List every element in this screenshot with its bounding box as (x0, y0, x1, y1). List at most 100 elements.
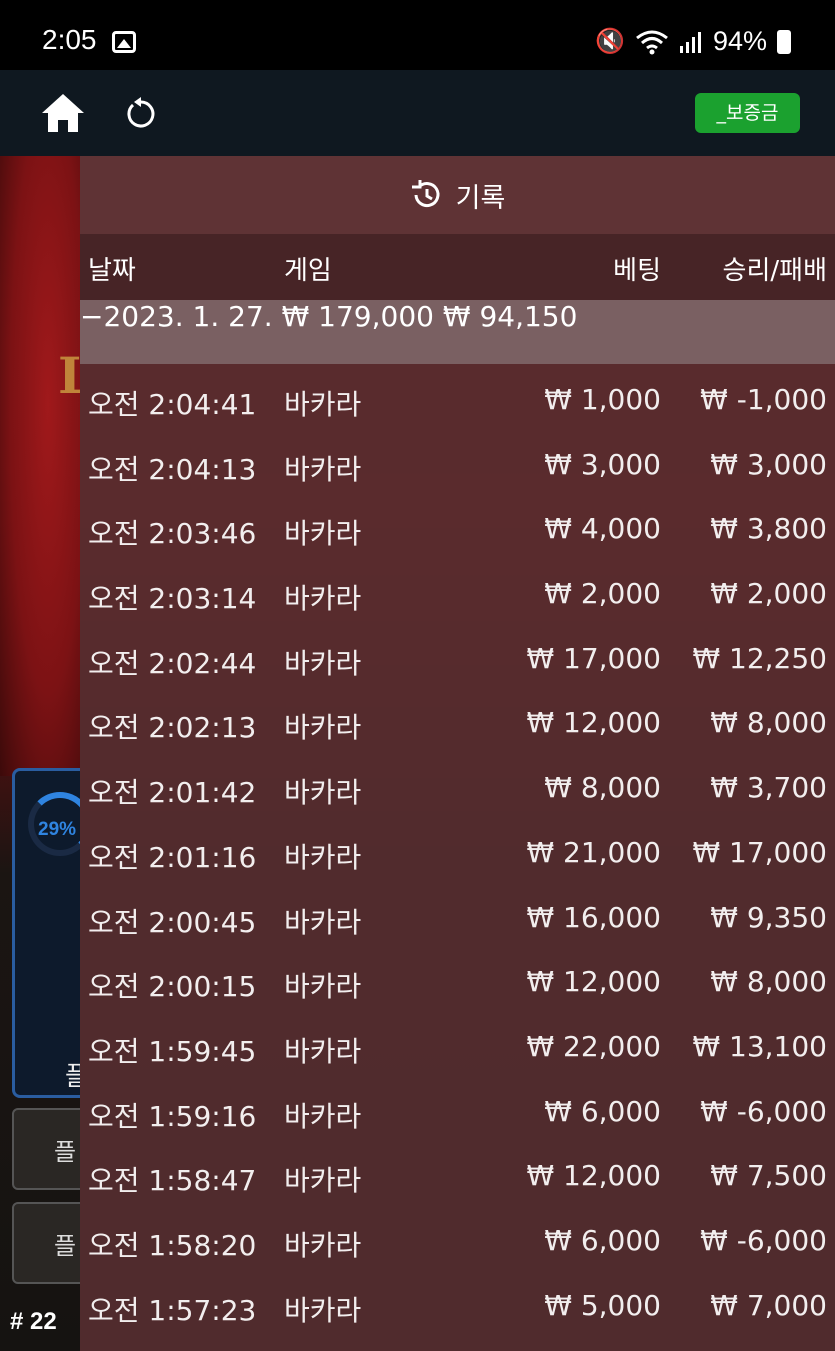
row-time: 오전 2:01:16 (88, 840, 257, 874)
row-win-loss: ₩ 8,000 (710, 965, 827, 999)
column-bet: 베팅 (613, 256, 661, 286)
row-bet: ₩ 3,000 (544, 447, 661, 481)
history-title: 기록 (455, 182, 506, 214)
row-time: 오전 2:04:13 (88, 452, 257, 486)
row-time: 오전 2:01:42 (88, 776, 257, 810)
bet-button-1-label: 플 (54, 1138, 77, 1166)
row-win-loss: ₩ 3,800 (710, 512, 827, 546)
row-game: 바카라 (284, 1293, 362, 1327)
row-bet: ₩ 22,000 (526, 1029, 661, 1063)
deposit-button[interactable]: _보증금 (695, 93, 800, 133)
history-row: 오전 1:58:47 바카라 ₩ 12,000 ₩ 7,500 (80, 1140, 835, 1205)
player-panel-label: 플 (65, 1062, 80, 1092)
history-row: 오전 2:03:14 바카라 ₩ 2,000 ₩ 2,000 (80, 558, 835, 623)
history-row: 오전 2:00:15 바카라 ₩ 12,000 ₩ 8,000 (80, 946, 835, 1011)
column-win-loss: 승리/패배 (722, 256, 827, 286)
row-time: 오전 2:00:15 (88, 970, 257, 1004)
row-game: 바카라 (284, 1034, 362, 1068)
row-bet: ₩ 6,000 (544, 1223, 661, 1257)
row-game: 바카라 (284, 582, 362, 616)
row-time: 오전 2:00:45 (88, 905, 257, 939)
row-win-loss: ₩ 8,000 (710, 706, 827, 740)
row-game: 바카라 (284, 517, 362, 551)
row-bet: ₩ 4,000 (544, 512, 661, 546)
row-bet: ₩ 17,000 (526, 641, 661, 675)
history-row: 오전 1:59:45 바카라 ₩ 22,000 ₩ 13,100 (80, 1011, 835, 1076)
row-bet: ₩ 21,000 (526, 835, 661, 869)
row-bet: ₩ 12,000 (526, 965, 661, 999)
battery-icon (777, 29, 791, 54)
column-date: 날짜 (88, 256, 136, 286)
row-win-loss: ₩ 9,350 (710, 900, 827, 934)
history-row: 오전 2:01:42 바카라 ₩ 8,000 ₩ 3,700 (80, 752, 835, 817)
row-game: 바카라 (284, 1164, 362, 1198)
history-header: 기록 (80, 156, 835, 234)
group-win-loss-total: ₩ 94,150 (442, 300, 578, 333)
history-row: 오전 1:58:20 바카라 ₩ 6,000 ₩ -6,000 (80, 1205, 835, 1270)
row-win-loss: ₩ 3,000 (710, 447, 827, 481)
history-row: 오전 2:00:45 바카라 ₩ 16,000 ₩ 9,350 (80, 882, 835, 947)
row-win-loss: ₩ -6,000 (700, 1223, 827, 1257)
status-time: 2:05 (42, 24, 97, 55)
history-icon (411, 180, 440, 208)
row-time: 오전 2:02:13 (88, 711, 257, 745)
row-win-loss: ₩ 3,700 (710, 771, 827, 805)
row-time: 오전 1:57:23 (88, 1293, 257, 1327)
row-bet: ₩ 12,000 (526, 706, 661, 740)
history-column-headers: 날짜 게임 베팅 승리/패배 (80, 234, 835, 300)
mute-icon: 🔇 (595, 28, 625, 55)
row-bet: ₩ 16,000 (526, 900, 661, 934)
row-time: 오전 1:58:47 (88, 1164, 257, 1198)
row-game: 바카라 (284, 452, 362, 486)
row-time: 오전 1:59:45 (88, 1034, 257, 1068)
row-game: 바카라 (284, 711, 362, 745)
group-date: −2023. 1. 27. (80, 300, 273, 333)
home-icon[interactable] (40, 92, 86, 134)
history-row: 오전 2:04:41 바카라 ₩ 1,000 ₩ -1,000 (80, 364, 835, 429)
row-win-loss: ₩ 7,000 (710, 1288, 827, 1322)
row-time: 오전 2:03:46 (88, 517, 257, 551)
bet-button-1[interactable]: 플 (12, 1108, 80, 1190)
row-game: 바카라 (284, 388, 362, 421)
row-win-loss: ₩ 7,500 (710, 1159, 827, 1193)
row-game: 바카라 (284, 1099, 362, 1133)
round-number: # 22 (10, 1308, 57, 1335)
wifi-icon (636, 30, 668, 54)
history-panel: 기록 날짜 게임 베팅 승리/패배 −2023. 1. 27. ₩ 179,00… (80, 156, 835, 1351)
image-notification-icon (112, 31, 136, 53)
row-game: 바카라 (284, 1228, 362, 1262)
history-rows: 오전 2:04:41 바카라 ₩ 1,000 ₩ -1,000 오전 2:04:13 바카… (80, 364, 835, 1334)
row-time: 오전 2:02:44 (88, 646, 257, 680)
row-game: 바카라 (284, 905, 362, 939)
app-toolbar: _보증금 (0, 70, 835, 156)
status-indicators: 🔇 94% (595, 26, 791, 57)
row-win-loss: ₩ -1,000 (700, 383, 827, 416)
row-game: 바카라 (284, 646, 362, 680)
battery-percent: 94% (712, 26, 767, 56)
row-bet: ₩ 6,000 (544, 1094, 661, 1128)
row-time: 오전 1:59:16 (88, 1099, 257, 1133)
status-bar: 2:05 🔇 94% (0, 0, 835, 70)
row-win-loss: ₩ 12,250 (692, 641, 827, 675)
history-row: 오전 2:02:13 바카라 ₩ 12,000 ₩ 8,000 (80, 687, 835, 752)
row-win-loss: ₩ -6,000 (700, 1094, 827, 1128)
row-game: 바카라 (284, 970, 362, 1004)
signal-icon (679, 31, 701, 53)
column-game: 게임 (284, 256, 332, 286)
row-win-loss: ₩ 13,100 (692, 1029, 827, 1063)
row-bet: ₩ 12,000 (526, 1159, 661, 1193)
game-table-area (0, 156, 80, 776)
row-bet: ₩ 2,000 (544, 577, 661, 611)
row-time: 오전 2:04:41 (88, 388, 257, 421)
bet-button-2[interactable]: 플 (12, 1202, 80, 1284)
bet-button-2-label: 플 (54, 1232, 77, 1260)
group-bet-total: ₩ 179,000 (281, 300, 434, 333)
history-row: 오전 2:04:13 바카라 ₩ 3,000 ₩ 3,000 (80, 429, 835, 494)
history-row: 오전 2:03:46 바카라 ₩ 4,000 ₩ 3,800 (80, 493, 835, 558)
date-group-row[interactable]: −2023. 1. 27. ₩ 179,000 ₩ 94,150 (80, 300, 835, 364)
progress-label: 29% (38, 819, 77, 840)
game-side-strip: L 29% 플 플 플 # 22 (0, 156, 80, 1351)
row-time: 오전 2:03:14 (88, 582, 257, 616)
row-time: 오전 1:58:20 (88, 1228, 257, 1262)
refresh-icon[interactable] (124, 96, 156, 130)
